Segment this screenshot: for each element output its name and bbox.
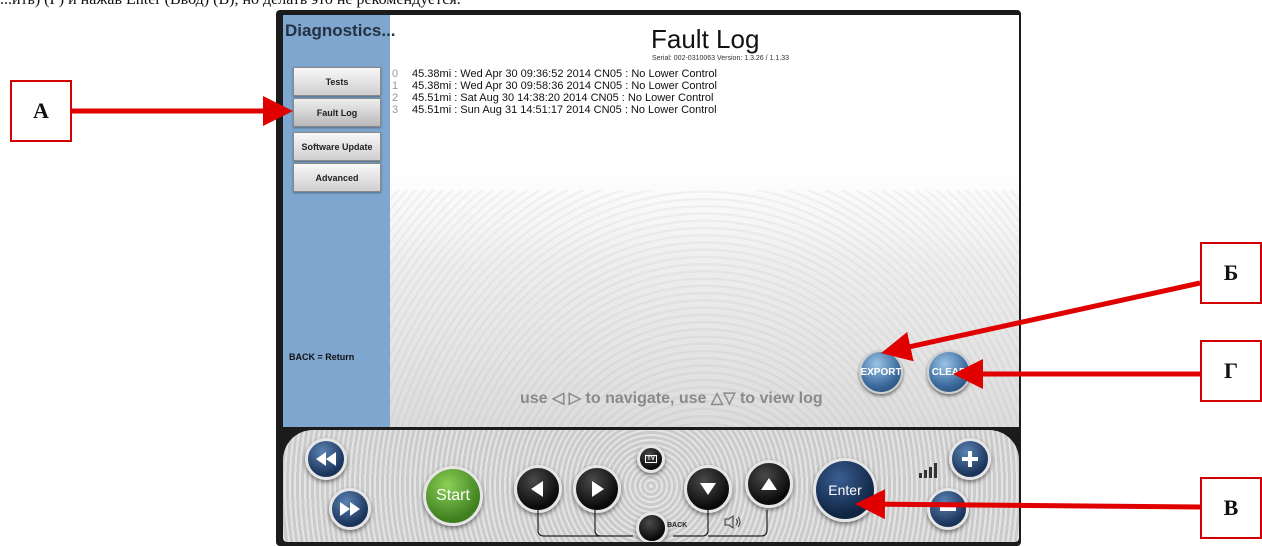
up-arrow-button[interactable] [745,460,793,508]
menu-tests-button[interactable]: Tests [293,67,381,96]
callout-label-g: Г [1200,340,1262,402]
fast-forward-icon [340,502,360,516]
volume-bars-icon [919,463,937,478]
log-entry-text: 45.38mi : Wed Apr 30 09:36:52 2014 CN05 … [412,68,717,80]
navigation-hint: use ◁ ▷ to navigate, use △▽ to view log [520,390,823,407]
screen: Diagnostics... Tests Fault Log Software … [283,15,1019,427]
enter-button[interactable]: Enter [813,458,877,522]
down-arrow-button[interactable] [684,465,732,513]
fast-forward-button[interactable] [329,488,371,530]
log-index: 3 [392,104,399,116]
log-entry-text: 45.38mi : Wed Apr 30 09:58:36 2014 CN05 … [412,80,717,92]
clear-button[interactable]: CLEAR [927,350,971,394]
control-console: Start TV BACK Enter [283,430,1019,542]
start-button[interactable]: Start [423,466,483,526]
log-entry-text: 45.51mi : Sun Aug 31 14:51:17 2014 CN05 … [412,104,717,116]
sidebar: Diagnostics... Tests Fault Log Software … [283,15,396,427]
tv-icon: TV [645,455,657,463]
log-index: 0 [392,68,399,80]
log-index: 2 [392,92,399,104]
left-arrow-button[interactable] [514,465,562,513]
menu-advanced-button[interactable]: Advanced [293,163,381,192]
button-bracket-lines [537,510,768,537]
arrow-right-icon [592,481,604,497]
fault-log-list: 0 45.38mi : Wed Apr 30 09:36:52 2014 CN0… [392,68,717,116]
menu-software-update-button[interactable]: Software Update [293,132,381,161]
page-title: Fault Log [651,24,760,54]
log-row[interactable]: 2 45.51mi : Sat Aug 30 14:38:20 2014 CN0… [392,92,717,104]
volume-up-button[interactable] [949,438,991,480]
callout-label-b: Б [1200,242,1262,304]
log-entry-text: 45.51mi : Sat Aug 30 14:38:20 2014 CN05 … [412,92,714,104]
tv-button[interactable]: TV [637,445,665,473]
arrow-left-icon [531,481,543,497]
rewind-icon [316,452,336,466]
right-arrow-button[interactable] [573,465,621,513]
log-row[interactable]: 0 45.38mi : Wed Apr 30 09:36:52 2014 CN0… [392,68,717,80]
caption-text: ...ить) (Г) и нажав Enter (Ввод) (В), но… [0,0,461,9]
arrow-down-icon [700,483,716,495]
serial-version-text: Serial: 002-0310063 Version: 1.3.26 / 1.… [652,55,789,62]
log-row[interactable]: 1 45.38mi : Wed Apr 30 09:58:36 2014 CN0… [392,80,717,92]
plus-icon [962,451,978,467]
arrow-up-icon [761,478,777,490]
log-row[interactable]: 3 45.51mi : Sun Aug 31 14:51:17 2014 CN0… [392,104,717,116]
callout-label-v: В [1200,477,1262,539]
rewind-button[interactable] [305,438,347,480]
sidebar-title: Diagnostics... [285,21,396,40]
minus-icon [940,507,956,511]
log-index: 1 [392,80,399,92]
back-hint: BACK = Return [289,352,355,362]
menu-fault-log-button[interactable]: Fault Log [293,98,381,127]
callout-label-a: А [10,80,72,142]
export-button[interactable]: EXPORT [859,350,903,394]
volume-down-button[interactable] [927,488,969,530]
